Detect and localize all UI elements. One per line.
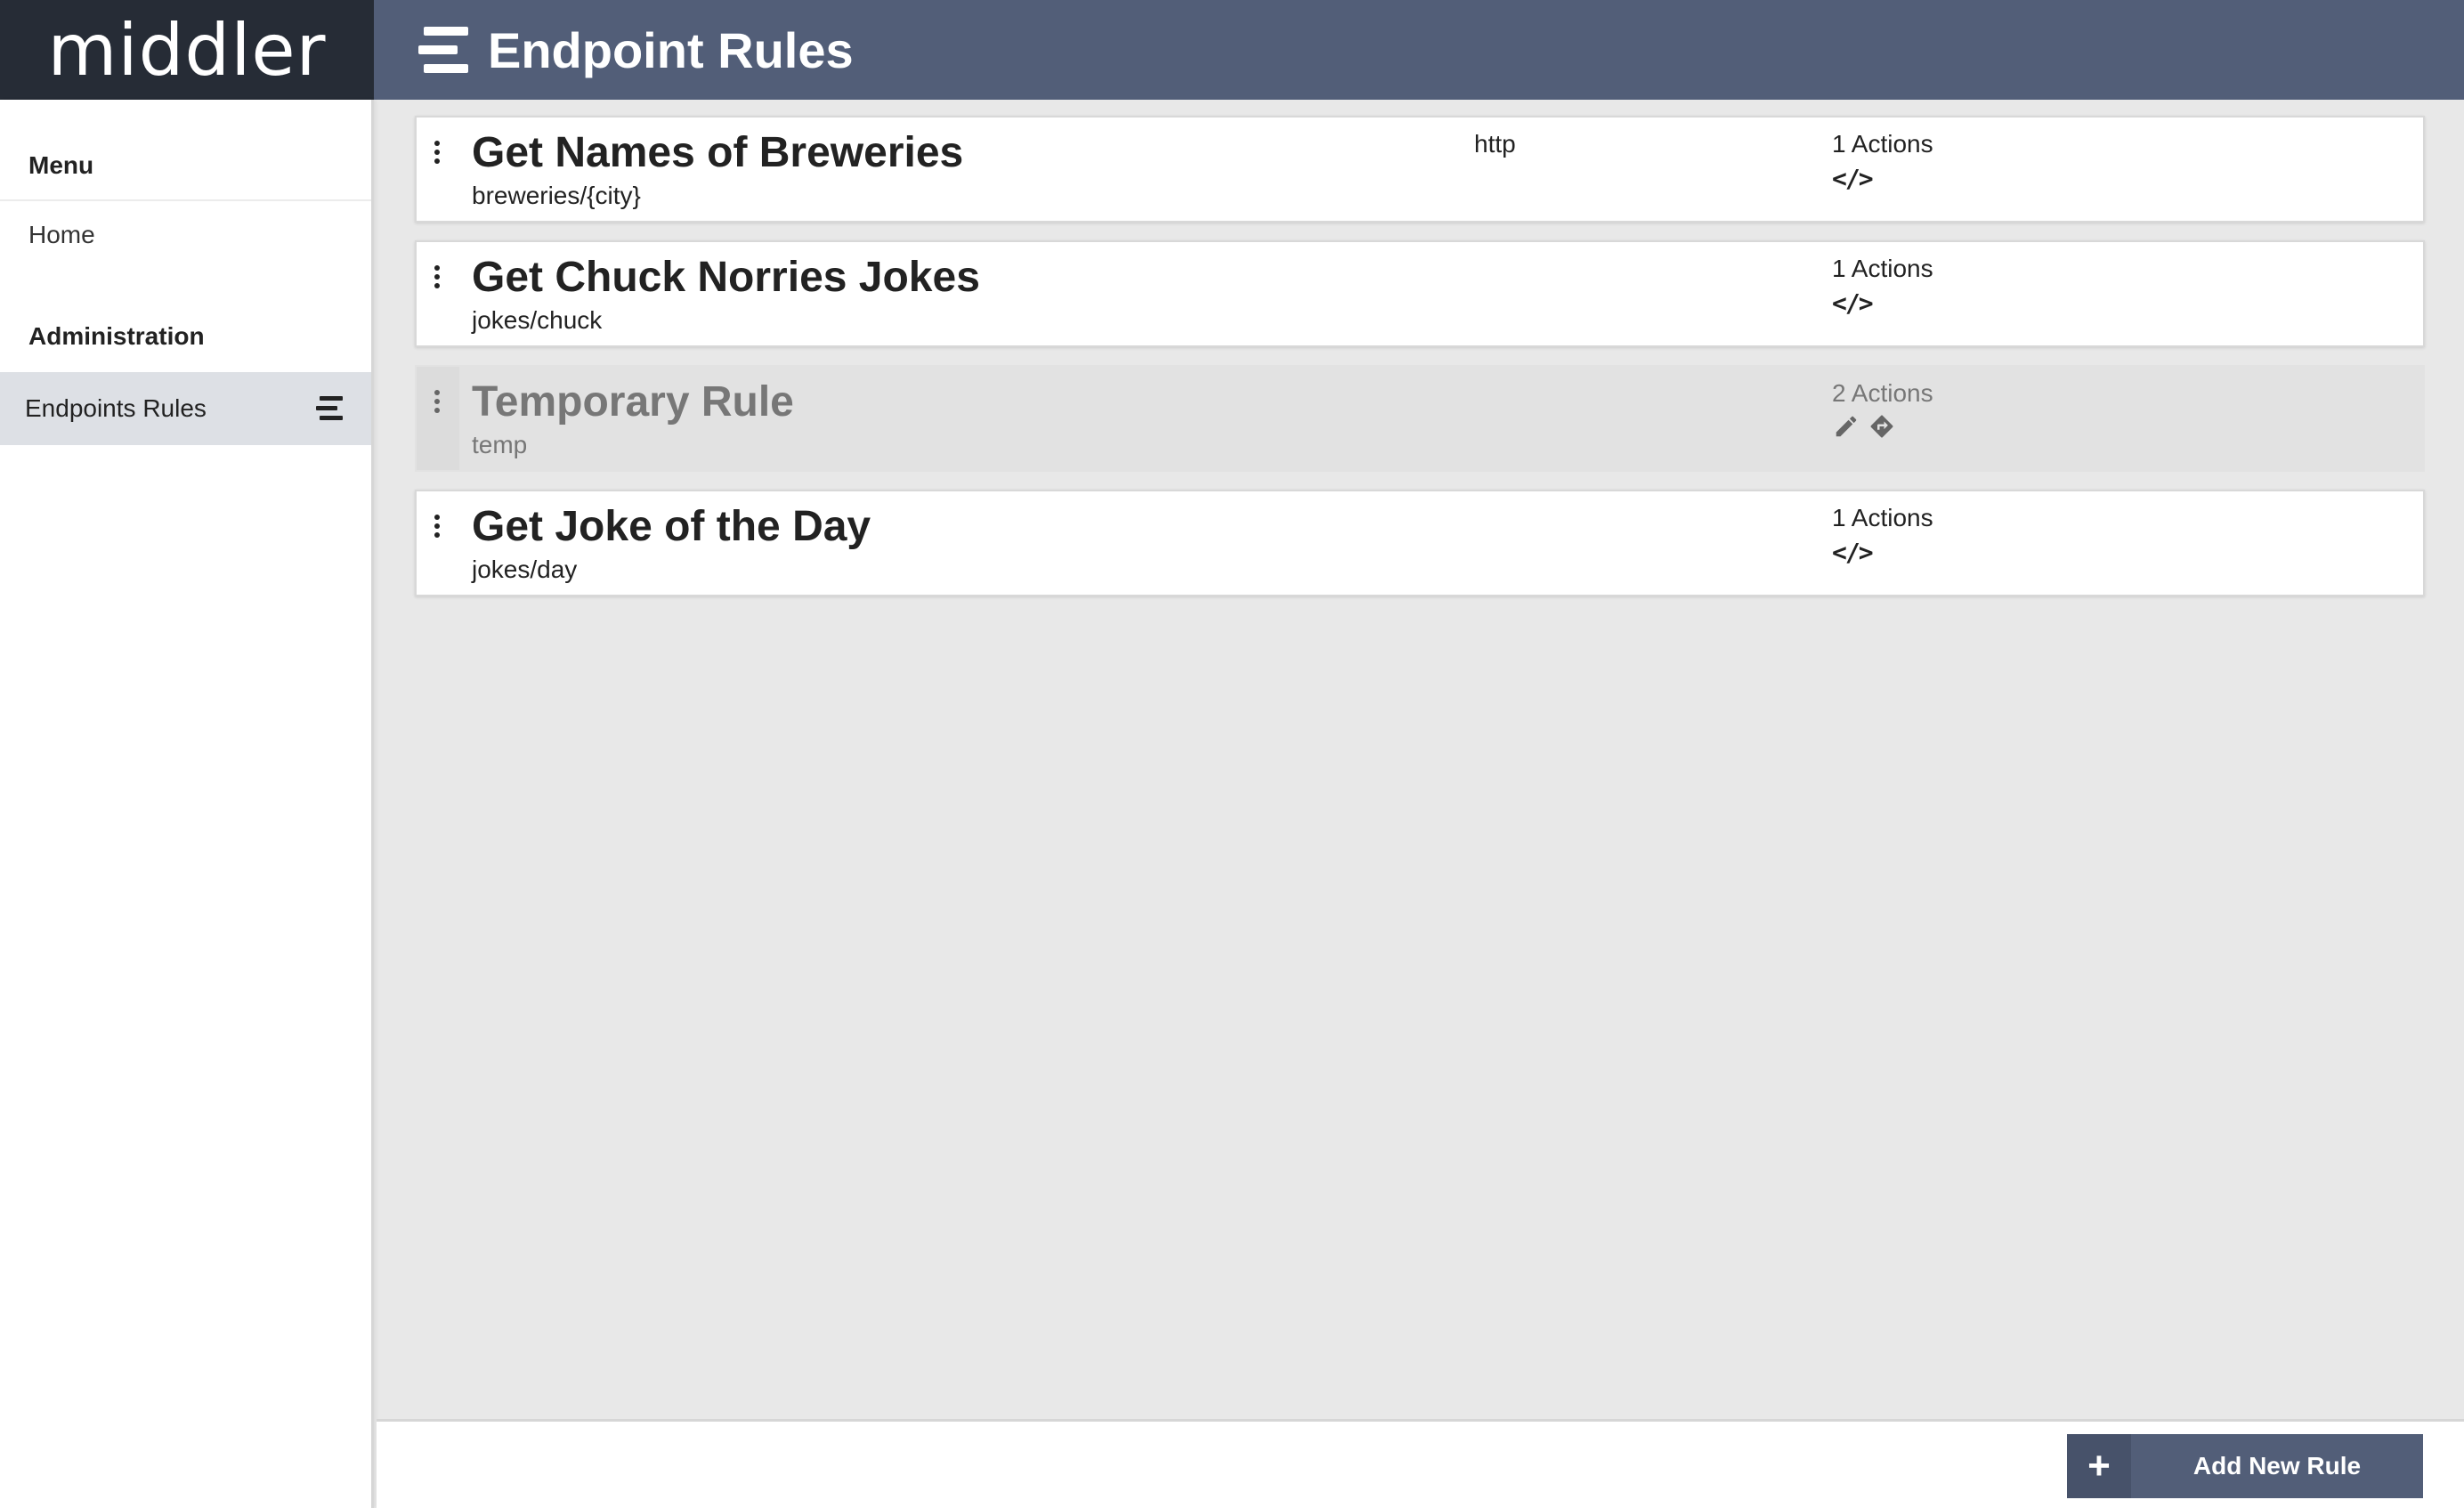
sidebar-divider [0,199,371,201]
page-header: Endpoint Rules [374,0,2464,100]
brand-name: middler [47,8,327,92]
more-vertical-icon[interactable] [434,141,440,167]
sidebar-heading-menu: Menu [28,151,94,179]
brand-logo[interactable]: middler [0,0,374,100]
more-vertical-icon[interactable] [434,390,440,417]
add-new-rule-label: Add New Rule [2192,1452,2362,1480]
rule-row-disabled[interactable]: Temporary Rule temp 2 Actions [415,365,2425,472]
rule-action-icons [1832,413,1896,440]
rules-icon [418,27,468,73]
rule-action-icons: </> [1832,164,1874,193]
rule-title[interactable]: Temporary Rule [472,377,794,426]
drag-handle[interactable] [417,367,459,470]
sidebar-heading-administration: Administration [28,322,205,350]
rules-icon [316,396,343,421]
rule-actions-count: 2 Actions [1832,379,1933,407]
rule-protocol: http [1474,130,1516,158]
rule-title[interactable]: Get Names of Breweries [472,128,963,177]
sidebar-item-endpoints-rules[interactable]: Endpoints Rules [0,372,371,445]
rules-list: Get Names of Breweries breweries/{city} … [415,116,2425,614]
plus-icon: + [2067,1434,2131,1498]
rule-row[interactable]: Get Names of Breweries breweries/{city} … [415,116,2425,223]
drag-handle[interactable] [417,242,459,345]
directions-icon [1870,415,1893,438]
rule-actions-count: 1 Actions [1832,130,1933,158]
pencil-icon [1836,416,1857,437]
add-new-rule-button[interactable]: + Add New Rule [2067,1434,2423,1498]
rule-path: breweries/{city} [472,182,641,209]
rule-title[interactable]: Get Chuck Norries Jokes [472,253,980,302]
rule-action-icons: </> [1832,288,1874,318]
more-vertical-icon[interactable] [434,265,440,292]
rule-title[interactable]: Get Joke of the Day [472,502,871,551]
page-title: Endpoint Rules [488,21,854,78]
drag-handle[interactable] [417,491,459,595]
rule-path: jokes/day [472,555,578,583]
drag-handle[interactable] [417,118,459,221]
rule-row[interactable]: Get Joke of the Day jokes/day 1 Actions … [415,490,2425,596]
sidebar: Menu Home Administration Endpoints Rules [0,100,374,1508]
rule-actions-count: 1 Actions [1832,255,1933,282]
footer-bar: + Add New Rule [377,1419,2464,1508]
code-icon: </> [1832,164,1874,193]
rule-row[interactable]: Get Chuck Norries Jokes jokes/chuck 1 Ac… [415,240,2425,347]
rule-action-icons: </> [1832,538,1874,567]
sidebar-item-label: Endpoints Rules [25,394,207,422]
code-icon: </> [1832,538,1874,567]
code-icon: </> [1832,288,1874,318]
rule-actions-count: 1 Actions [1832,504,1933,531]
rule-path: jokes/chuck [472,306,603,334]
sidebar-item-home[interactable]: Home [28,221,95,249]
more-vertical-icon[interactable] [434,515,440,541]
rule-path: temp [472,431,528,458]
